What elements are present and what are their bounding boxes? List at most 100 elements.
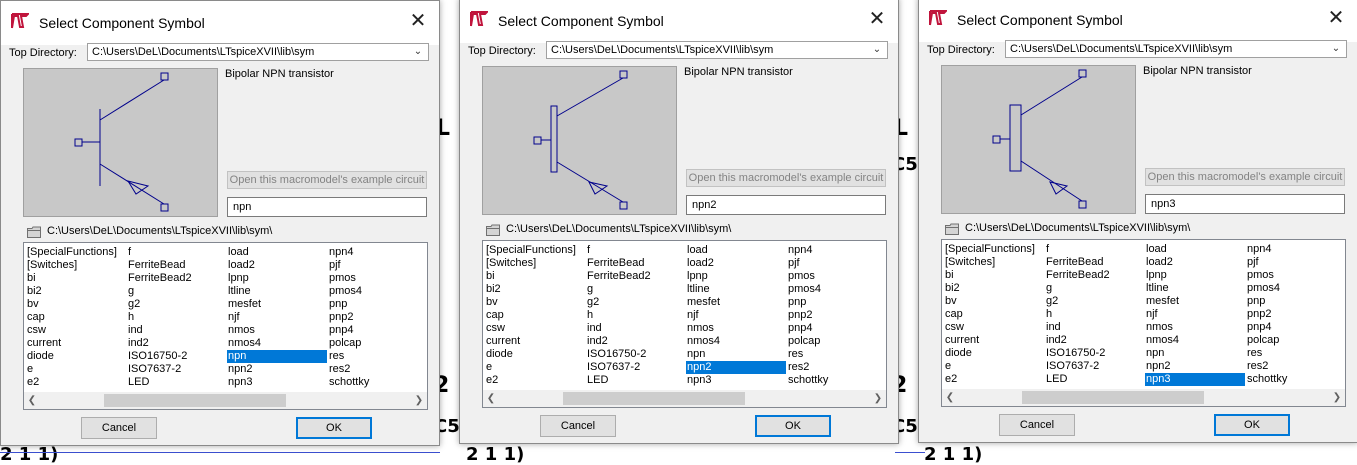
list-item[interactable]: h	[1045, 308, 1145, 321]
list-item[interactable]: npn3	[227, 376, 327, 389]
scroll-left-icon[interactable]: ❮	[942, 389, 958, 406]
list-item[interactable]: load	[686, 244, 786, 257]
scrollbar-thumb[interactable]	[563, 392, 745, 405]
list-item[interactable]: [SpecialFunctions]	[485, 244, 585, 257]
symbol-name-field[interactable]: npn	[227, 197, 427, 217]
list-item[interactable]: npn	[1145, 347, 1245, 360]
list-item[interactable]: e2	[26, 376, 126, 389]
list-item[interactable]: pjf	[328, 259, 427, 272]
list-item[interactable]: pnp2	[328, 311, 427, 324]
list-item[interactable]: res2	[328, 363, 427, 376]
list-item[interactable]: npn4	[787, 244, 886, 257]
list-item[interactable]: polcap	[787, 335, 886, 348]
list-item[interactable]: pjf	[1246, 256, 1345, 269]
list-item[interactable]: schottky	[787, 374, 886, 387]
list-item[interactable]: pmos	[328, 272, 427, 285]
list-item[interactable]: e2	[485, 374, 585, 387]
list-item[interactable]: mesfet	[227, 298, 327, 311]
list-item[interactable]: ISO16750-2	[586, 348, 686, 361]
list-item[interactable]: g2	[586, 296, 686, 309]
list-item[interactable]: h	[127, 311, 227, 324]
list-item[interactable]: pmos	[1246, 269, 1345, 282]
list-item[interactable]: pnp2	[1246, 308, 1345, 321]
list-item[interactable]: npn2	[686, 361, 786, 374]
ok-button[interactable]: OK	[296, 417, 372, 439]
title-bar[interactable]: Select Component Symbol ✕	[1, 1, 439, 45]
list-item[interactable]: load2	[686, 257, 786, 270]
list-item[interactable]: csw	[944, 321, 1044, 334]
list-item[interactable]: res2	[787, 361, 886, 374]
list-item[interactable]: bv	[26, 298, 126, 311]
symbol-name-field[interactable]: npn3	[1145, 194, 1345, 214]
list-item[interactable]: [Switches]	[944, 256, 1044, 269]
list-item[interactable]: h	[586, 309, 686, 322]
list-item[interactable]: npn2	[1145, 360, 1245, 373]
list-item[interactable]: res	[787, 348, 886, 361]
list-item[interactable]: current	[26, 337, 126, 350]
list-item[interactable]: g	[1045, 282, 1145, 295]
list-item[interactable]: pnp2	[787, 309, 886, 322]
list-item[interactable]: pnp	[1246, 295, 1345, 308]
list-item[interactable]: cap	[944, 308, 1044, 321]
list-item[interactable]: ISO16750-2	[1045, 347, 1145, 360]
list-item[interactable]: npn4	[328, 246, 427, 259]
list-item[interactable]: FerriteBead	[1045, 256, 1145, 269]
chevron-down-icon[interactable]: ⌄	[410, 44, 426, 60]
list-item[interactable]: npn	[686, 348, 786, 361]
list-item[interactable]: pmos4	[1246, 282, 1345, 295]
list-item[interactable]: ind2	[586, 335, 686, 348]
list-item[interactable]: f	[127, 246, 227, 259]
title-bar[interactable]: Select Component Symbol ✕	[919, 0, 1357, 42]
list-item[interactable]: pnp	[328, 298, 427, 311]
list-item[interactable]: load2	[227, 259, 327, 272]
list-item[interactable]: load2	[1145, 256, 1245, 269]
list-item[interactable]: nmos	[227, 324, 327, 337]
scroll-left-icon[interactable]: ❮	[483, 390, 499, 407]
ok-button[interactable]: OK	[755, 415, 831, 437]
list-item[interactable]: ind2	[1045, 334, 1145, 347]
list-item[interactable]: current	[485, 335, 585, 348]
list-item[interactable]: njf	[1145, 308, 1245, 321]
list-item[interactable]: [Switches]	[485, 257, 585, 270]
cancel-button[interactable]: Cancel	[81, 417, 157, 439]
list-item[interactable]: nmos	[686, 322, 786, 335]
list-item[interactable]: bi	[485, 270, 585, 283]
list-item[interactable]: njf	[686, 309, 786, 322]
list-item[interactable]: nmos4	[227, 337, 327, 350]
list-item[interactable]: ltline	[686, 283, 786, 296]
list-item[interactable]: nmos	[1145, 321, 1245, 334]
list-item[interactable]: g	[127, 285, 227, 298]
list-item[interactable]: [Switches]	[26, 259, 126, 272]
scroll-right-icon[interactable]: ❯	[1329, 389, 1345, 406]
list-item[interactable]: pmos4	[787, 283, 886, 296]
list-item[interactable]: FerriteBead2	[586, 270, 686, 283]
top-directory-select[interactable]: C:\Users\DeL\Documents\LTspiceXVII\lib\s…	[546, 41, 888, 59]
list-item[interactable]: LED	[586, 374, 686, 387]
list-item[interactable]: bv	[944, 295, 1044, 308]
list-item[interactable]: schottky	[328, 376, 427, 389]
list-item[interactable]: csw	[26, 324, 126, 337]
horizontal-scrollbar[interactable]: ❮ ❯	[483, 390, 886, 407]
list-item[interactable]: ISO7637-2	[1045, 360, 1145, 373]
list-item[interactable]: e2	[944, 373, 1044, 386]
list-item[interactable]: pnp	[787, 296, 886, 309]
close-icon[interactable]: ✕	[862, 6, 892, 32]
list-item[interactable]: ind	[127, 324, 227, 337]
list-item[interactable]: FerriteBead2	[127, 272, 227, 285]
symbol-list[interactable]: [SpecialFunctions] [Switches] bi bi2 bv cap cs…	[941, 239, 1346, 407]
list-item[interactable]: diode	[944, 347, 1044, 360]
horizontal-scrollbar[interactable]: ❮ ❯	[942, 389, 1345, 406]
list-item[interactable]: FerriteBead	[127, 259, 227, 272]
list-item[interactable]: ISO16750-2	[127, 350, 227, 363]
scrollbar-thumb[interactable]	[1022, 391, 1204, 404]
list-item[interactable]: schottky	[1246, 373, 1345, 386]
list-item[interactable]: lpnp	[686, 270, 786, 283]
list-item[interactable]: current	[944, 334, 1044, 347]
list-item[interactable]: ltline	[227, 285, 327, 298]
horizontal-scrollbar[interactable]: ❮ ❯	[24, 392, 427, 409]
top-directory-select[interactable]: C:\Users\DeL\Documents\LTspiceXVII\lib\s…	[1005, 40, 1347, 58]
list-item[interactable]: res	[1246, 347, 1345, 360]
list-item[interactable]: bi	[944, 269, 1044, 282]
list-item[interactable]: bi2	[944, 282, 1044, 295]
list-item[interactable]: LED	[1045, 373, 1145, 386]
